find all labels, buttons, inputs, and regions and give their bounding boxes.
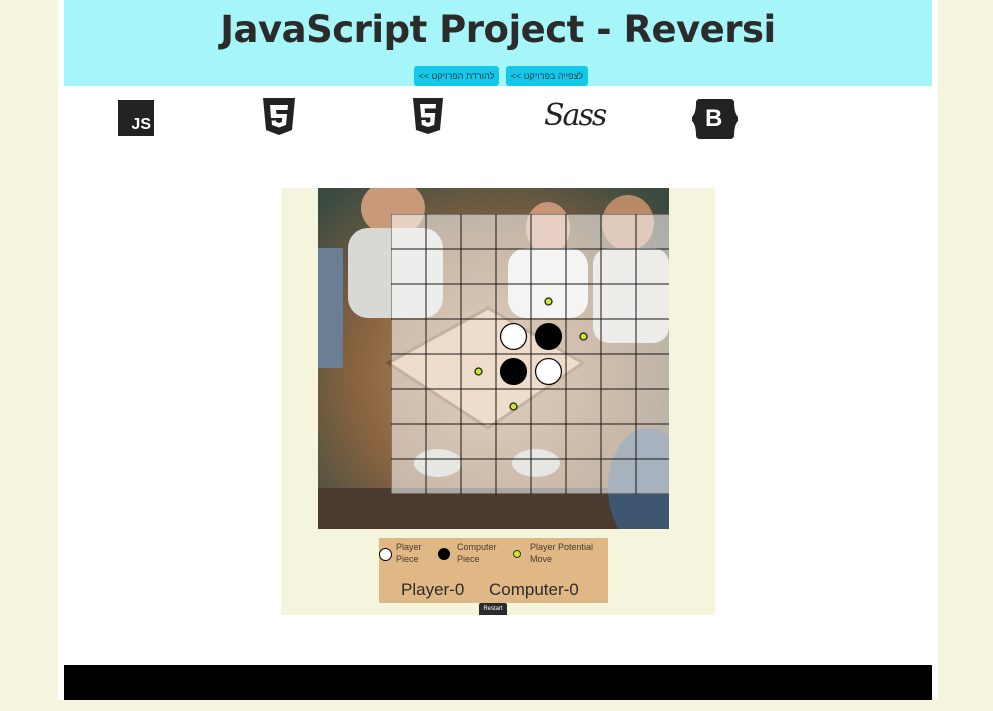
board-cell[interactable] bbox=[600, 283, 637, 320]
javascript-icon: JS bbox=[118, 100, 154, 136]
board-cell[interactable] bbox=[425, 423, 462, 460]
board-cell[interactable] bbox=[600, 423, 637, 460]
computer-piece-legend-label: Computer Piece bbox=[457, 542, 497, 564]
board-cell[interactable] bbox=[460, 423, 497, 460]
page-title: JavaScript Project - Reversi bbox=[220, 8, 776, 51]
board-cell[interactable] bbox=[635, 318, 669, 355]
board-cell[interactable] bbox=[425, 213, 462, 250]
board-cell[interactable] bbox=[600, 458, 637, 495]
javascript-icon-label: JS bbox=[131, 116, 151, 133]
board-cell[interactable] bbox=[460, 283, 497, 320]
footer bbox=[64, 665, 932, 700]
board-cell[interactable] bbox=[635, 353, 669, 390]
board-cell[interactable] bbox=[530, 388, 567, 425]
view-project-button[interactable]: לצפייה בפרויקט >> bbox=[506, 66, 588, 86]
board-cell[interactable] bbox=[635, 423, 669, 460]
player-piece-legend-label: Player Piece bbox=[396, 542, 422, 564]
board-cell[interactable] bbox=[565, 248, 602, 285]
board-cell[interactable] bbox=[530, 423, 567, 460]
black-piece bbox=[534, 322, 563, 351]
board-cell[interactable] bbox=[565, 458, 602, 495]
download-project-button[interactable]: להורדת הפרויקט >> bbox=[414, 66, 499, 86]
restart-button[interactable]: Restart bbox=[479, 603, 507, 615]
board-cell[interactable] bbox=[460, 318, 497, 355]
board-cell[interactable] bbox=[425, 283, 462, 320]
board-cell[interactable] bbox=[425, 353, 462, 390]
player-piece-legend-icon bbox=[379, 548, 392, 561]
board-cell[interactable] bbox=[495, 458, 532, 495]
board-cell[interactable] bbox=[425, 458, 462, 495]
board-cell[interactable] bbox=[565, 388, 602, 425]
board-cell[interactable] bbox=[600, 318, 637, 355]
board-cell[interactable] bbox=[600, 353, 637, 390]
reversi-grid[interactable] bbox=[390, 213, 669, 495]
header: JavaScript Project - Reversi להורדת הפרו… bbox=[64, 0, 932, 86]
board-cell[interactable] bbox=[390, 458, 427, 495]
computer-score: Computer-0 bbox=[489, 580, 579, 599]
board-cell[interactable] bbox=[390, 388, 427, 425]
board-background-image bbox=[318, 188, 669, 529]
computer-piece-legend-icon bbox=[438, 548, 450, 560]
board-cell[interactable] bbox=[565, 353, 602, 390]
reversi-board[interactable] bbox=[390, 213, 669, 495]
board-cell[interactable] bbox=[460, 213, 497, 250]
board-cell[interactable] bbox=[635, 248, 669, 285]
sass-icon: Sass bbox=[544, 98, 607, 142]
board-cell[interactable] bbox=[390, 318, 427, 355]
board-cell[interactable] bbox=[390, 213, 427, 250]
board-cell[interactable] bbox=[495, 213, 532, 250]
board-cell[interactable] bbox=[530, 213, 567, 250]
tech-logos: JS Sass B bbox=[58, 96, 938, 142]
html5-icon bbox=[408, 96, 452, 140]
css3-icon bbox=[259, 96, 303, 140]
potential-move-marker[interactable] bbox=[474, 367, 483, 376]
potential-move-marker[interactable] bbox=[579, 332, 588, 341]
board-cell[interactable] bbox=[495, 248, 532, 285]
board-cell[interactable] bbox=[600, 213, 637, 250]
potential-move-marker[interactable] bbox=[509, 402, 518, 411]
board-cell[interactable] bbox=[390, 423, 427, 460]
board-cell[interactable] bbox=[460, 248, 497, 285]
board-cell[interactable] bbox=[390, 248, 427, 285]
board-cell[interactable] bbox=[565, 213, 602, 250]
board-cell[interactable] bbox=[390, 283, 427, 320]
board-cell[interactable] bbox=[635, 458, 669, 495]
board-cell[interactable] bbox=[600, 388, 637, 425]
potential-move-marker[interactable] bbox=[544, 297, 553, 306]
board-cell[interactable] bbox=[390, 353, 427, 390]
board-cell[interactable] bbox=[425, 248, 462, 285]
white-piece bbox=[534, 357, 563, 386]
game-board-area: Player Piece Computer Piece Player Poten… bbox=[281, 188, 715, 615]
board-cell[interactable] bbox=[425, 388, 462, 425]
potential-move-legend-icon bbox=[513, 550, 521, 558]
board-cell[interactable] bbox=[600, 248, 637, 285]
page-container: JavaScript Project - Reversi להורדת הפרו… bbox=[58, 0, 938, 700]
potential-move-legend-label: Player Potential Move bbox=[530, 542, 594, 564]
sass-icon-label: Sass bbox=[544, 98, 607, 133]
board-cell[interactable] bbox=[460, 458, 497, 495]
board-cell[interactable] bbox=[460, 388, 497, 425]
board-cell[interactable] bbox=[425, 318, 462, 355]
player-score: Player-0 bbox=[401, 580, 465, 599]
board-cell[interactable] bbox=[495, 423, 532, 460]
board-cell[interactable] bbox=[635, 388, 669, 425]
board-cell[interactable] bbox=[565, 283, 602, 320]
white-piece bbox=[499, 322, 528, 351]
board-cell[interactable] bbox=[635, 283, 669, 320]
bootstrap-icon-label: B bbox=[705, 105, 723, 132]
bootstrap-icon: B bbox=[692, 99, 738, 143]
legend-panel: Player Piece Computer Piece Player Poten… bbox=[379, 538, 608, 603]
board-cell[interactable] bbox=[635, 213, 669, 250]
board-cell[interactable] bbox=[565, 423, 602, 460]
black-piece bbox=[499, 357, 528, 386]
board-cell[interactable] bbox=[495, 283, 532, 320]
board-cell[interactable] bbox=[530, 458, 567, 495]
board-cell[interactable] bbox=[530, 248, 567, 285]
